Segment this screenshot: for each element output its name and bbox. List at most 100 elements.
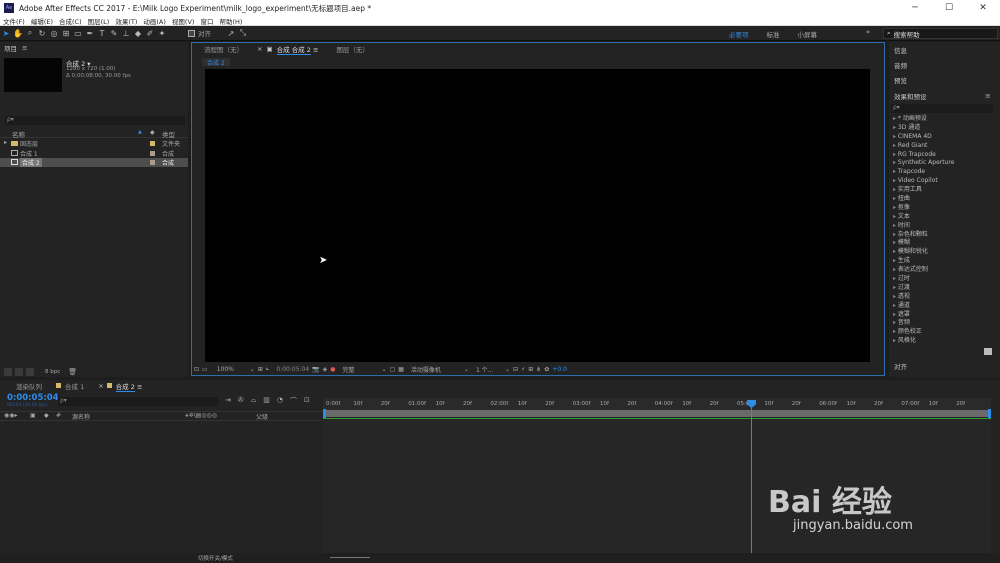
timeline-current-time[interactable]: 0:00:05:04 (7, 393, 59, 403)
panel-menu-icon[interactable]: ≡ (137, 383, 142, 391)
label-swatch[interactable] (150, 141, 155, 146)
show-snapshot-icon[interactable]: ◈ (323, 366, 328, 373)
effects-category[interactable]: 风格化 (890, 337, 995, 346)
preview-panel-tab[interactable]: 预览 (890, 74, 907, 86)
menu-animation[interactable]: 动画(A) (143, 16, 166, 26)
selection-tool-icon[interactable]: ➤ (0, 27, 12, 39)
camera-tool-icon[interactable]: ◎ (48, 27, 60, 39)
audio-panel-tab[interactable]: 音频 (890, 59, 907, 71)
effects-category[interactable]: 扭曲 (890, 195, 995, 204)
effects-category[interactable]: Synthetic Aperture (890, 159, 995, 168)
clone-stamp-tool-icon[interactable]: ⊥ (120, 27, 132, 39)
zoom-slider[interactable] (330, 557, 370, 558)
effects-category[interactable]: 通道 (890, 302, 995, 311)
new-folder-icon[interactable] (15, 367, 23, 376)
brush-tool-icon[interactable]: ✎ (108, 27, 120, 39)
column-type[interactable]: 类型 (162, 129, 175, 139)
snap-icon[interactable]: ↗ (225, 27, 237, 39)
roto-brush-tool-icon[interactable]: ✐ (144, 27, 156, 39)
panel-menu-icon[interactable]: ≡ (22, 44, 27, 52)
workspace-standard[interactable]: 标准 (767, 29, 780, 39)
parent-column[interactable]: 父级 (256, 412, 268, 421)
project-item-selected[interactable]: 合成 2 合成 (0, 158, 188, 167)
work-area-bar[interactable] (325, 410, 989, 417)
tab-comp-2[interactable]: 合成 2 ≡ (115, 381, 142, 392)
effects-category[interactable]: 表达式控制 (890, 266, 995, 275)
project-title[interactable]: 项目 (4, 43, 17, 53)
align-panel-tab[interactable]: 对齐 (890, 360, 907, 372)
fast-preview-icon[interactable]: ⚡ (521, 366, 525, 373)
safe-zones-icon[interactable]: ⊞ (258, 366, 263, 373)
chevron-down-icon[interactable]: ⌄ (250, 366, 255, 373)
sort-icon[interactable]: ▲ (138, 129, 142, 135)
info-panel-tab[interactable]: 信息 (890, 44, 907, 56)
comp-mini-flowchart-icon[interactable]: ⇥ (225, 396, 231, 406)
zoom-dropdown[interactable]: 100% (217, 366, 247, 373)
label-icon[interactable]: ◆ (150, 129, 155, 136)
flowchart-icon[interactable]: ⋔ (536, 366, 541, 373)
tab-composition-2[interactable]: 合成 合成 2 ≡ (276, 44, 318, 55)
effects-category[interactable]: 文本 (890, 213, 995, 222)
draft-3d-icon[interactable]: ✇ (238, 396, 244, 406)
workspace-essentials[interactable]: 必要项 (729, 29, 749, 39)
panel-menu-icon[interactable]: ≡ (985, 92, 991, 100)
trash-icon[interactable]: 🗑 (68, 368, 77, 376)
menu-effect[interactable]: 效果(T) (115, 16, 137, 26)
graph-editor-icon[interactable]: ⌒ (290, 396, 297, 406)
composition-flowchart-icon[interactable]: ⊡ (304, 396, 310, 406)
bpc-label[interactable]: 8 bpc (45, 369, 60, 375)
effects-category[interactable]: 模糊和锐化 (890, 248, 995, 257)
pan-behind-tool-icon[interactable]: ⊞ (60, 27, 72, 39)
label-swatch[interactable] (150, 160, 155, 165)
reset-exposure-icon[interactable]: ✿ (544, 366, 549, 373)
panel-menu-icon[interactable]: ≡ (313, 46, 318, 54)
tab-comp-1[interactable]: 合成 1 (65, 381, 84, 391)
menu-composition[interactable]: 合成(C) (59, 16, 82, 26)
text-tool-icon[interactable]: T (96, 27, 108, 39)
rotate-tool-icon[interactable]: ↻ (36, 27, 48, 39)
visibility-icon[interactable]: ◉◉▸ (4, 412, 17, 419)
camera-dropdown[interactable]: 活动摄像机 (411, 365, 461, 374)
project-item[interactable]: 合成 1 合成 (0, 149, 188, 158)
hand-tool-icon[interactable]: ✋ (12, 27, 24, 39)
effects-category[interactable]: 过渡 (890, 284, 995, 293)
puppet-tool-icon[interactable]: ✦ (156, 27, 168, 39)
effects-panel-title[interactable]: 效果和预设 (890, 90, 927, 102)
project-item[interactable]: ▸ 固态层 文件夹 (0, 139, 188, 148)
viewer-breadcrumb[interactable]: 合成 2 (202, 58, 230, 67)
effects-category[interactable]: * 动画预设 (890, 115, 995, 124)
effects-search-input[interactable]: ρ▾ (891, 104, 993, 113)
chevron-down-icon[interactable]: ⌄ (382, 366, 387, 373)
motion-blur-icon[interactable]: ◔ (277, 396, 283, 406)
timeline-search-input[interactable]: ρ▾ (58, 397, 218, 406)
chevron-down-icon[interactable]: ⌄ (464, 366, 469, 373)
effects-category[interactable]: Red Giant (890, 142, 995, 151)
composition-canvas[interactable] (205, 69, 870, 362)
views-dropdown[interactable]: 1 个... (476, 365, 502, 374)
expand-arrow-icon[interactable]: ▸ (4, 139, 7, 146)
source-name-column[interactable]: 源名称 (72, 412, 90, 421)
tab-layer[interactable]: 图层（无） (336, 44, 369, 54)
effects-category[interactable]: 过时 (890, 275, 995, 284)
align-checkbox[interactable] (188, 29, 195, 37)
grid-icon[interactable]: ⊡ (194, 366, 199, 373)
effects-category[interactable]: 颜色校正 (890, 328, 995, 337)
effects-category[interactable]: 实用工具 (890, 186, 995, 195)
workspace-overflow-icon[interactable]: » (866, 28, 870, 36)
menu-help[interactable]: 帮助(H) (219, 16, 242, 26)
effects-category[interactable]: 透视 (890, 293, 995, 302)
new-effect-icon[interactable] (984, 348, 992, 355)
work-area-end-handle[interactable] (988, 409, 991, 418)
effects-category[interactable]: 生成 (890, 257, 995, 266)
resolution-dropdown[interactable]: 完整 (343, 365, 379, 374)
effects-category[interactable]: 抠像 (890, 204, 995, 213)
toggle-switches-modes[interactable]: 切换开关/模式 (198, 554, 233, 562)
effects-category[interactable]: Trapcode (890, 168, 995, 177)
search-help-field[interactable]: ⌕ 搜索帮助 (883, 28, 998, 39)
effects-category[interactable]: 3D 通道 (890, 124, 995, 133)
tab-close-icon[interactable]: × (257, 45, 262, 53)
frame-blending-icon[interactable]: ▥ (263, 396, 270, 406)
close-button[interactable]: ✕ (966, 0, 1000, 16)
mask-icon[interactable]: ⟀ (266, 365, 270, 373)
monitor-icon[interactable]: ▭ (202, 366, 208, 373)
